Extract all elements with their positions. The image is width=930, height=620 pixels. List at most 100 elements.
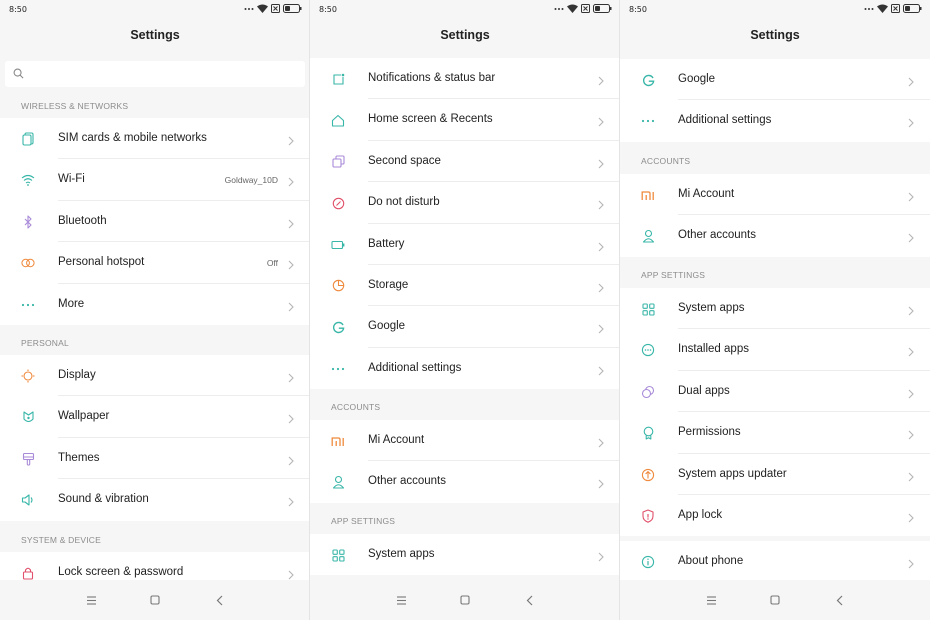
settings-item-label: More: [58, 297, 85, 310]
settings-item-other-accounts[interactable]: Other accounts: [310, 461, 620, 502]
settings-item-about-phone[interactable]: About phone: [620, 541, 930, 580]
notification-dots-icon: [864, 7, 874, 10]
updater-icon: [641, 468, 655, 482]
settings-item-system-apps[interactable]: System apps: [310, 534, 620, 575]
page-title: Settings: [440, 28, 490, 42]
settings-item-label: Mi Account: [678, 188, 735, 200]
settings-item-label: Personal hotspot: [58, 256, 145, 269]
settings-item-system-apps[interactable]: System apps: [620, 288, 930, 330]
menu-icon[interactable]: [84, 593, 98, 607]
lock-icon: [21, 566, 35, 580]
section-title: WIRELESS & NETWORKS: [21, 101, 129, 111]
settings-item-bluetooth[interactable]: Bluetooth: [0, 201, 310, 243]
status-time: 8:50: [629, 5, 647, 14]
settings-item-personal-hotspot[interactable]: Personal hotspot Off: [0, 242, 310, 284]
home-button-icon[interactable]: [458, 593, 472, 607]
settings-item-label: Permissions: [678, 426, 741, 439]
settings-item-wi-fi[interactable]: Wi-Fi Goldway_10D: [0, 159, 310, 201]
settings-item-second-space[interactable]: Second space: [310, 141, 620, 183]
search-bar[interactable]: [5, 61, 305, 87]
settings-list[interactable]: WIRELESS & NETWORKS SIM cards & mobile n…: [0, 55, 310, 580]
settings-item-system-apps-updater[interactable]: System apps updater: [620, 454, 930, 495]
chevron-right-icon: [908, 189, 914, 207]
settings-item-label: Wallpaper: [58, 410, 110, 423]
settings-item-google[interactable]: Google: [620, 59, 930, 101]
settings-item-wallpaper[interactable]: Wallpaper: [0, 396, 310, 438]
settings-item-label: Sound & vibration: [58, 493, 149, 506]
menu-icon[interactable]: [704, 593, 718, 607]
settings-item-dual-apps[interactable]: Dual apps: [620, 371, 930, 413]
settings-item-do-not-disturb[interactable]: Do not disturb: [310, 182, 620, 224]
settings-screen-3: 8:50 Settings Google Additional settings …: [620, 0, 930, 620]
settings-list[interactable]: Google Additional settings ACCOUNTS Mi Ac…: [620, 55, 930, 580]
nav-bar: [0, 580, 310, 620]
apps-grid-icon: [641, 302, 655, 316]
section-title: PERSONAL: [21, 338, 69, 348]
settings-item-label: Mi Account: [368, 434, 425, 446]
back-icon[interactable]: [832, 593, 846, 607]
settings-item-storage[interactable]: Storage: [310, 265, 620, 307]
settings-item-label: About phone: [678, 555, 744, 567]
chevron-right-icon: [598, 549, 604, 567]
back-icon[interactable]: [522, 593, 536, 607]
settings-item-label: System apps updater: [678, 467, 787, 480]
bluetooth-icon: [21, 215, 35, 229]
sim-blocked-icon: [271, 4, 280, 13]
battery-status-icon: [283, 4, 302, 13]
themes-icon: [21, 452, 35, 466]
settings-item-google[interactable]: Google: [310, 306, 620, 348]
mi-icon: [331, 434, 345, 448]
section-card: System apps Installed apps Dual apps Permis…: [620, 288, 930, 537]
settings-item-more[interactable]: More: [0, 284, 310, 325]
home-button-icon[interactable]: [768, 593, 782, 607]
installed-apps-icon: [641, 343, 655, 357]
settings-list[interactable]: Notifications & status bar Home screen & …: [310, 55, 620, 580]
settings-item-display[interactable]: Display: [0, 355, 310, 397]
settings-item-label: SIM cards & mobile networks: [58, 132, 207, 144]
settings-item-notifications-status-bar[interactable]: Notifications & status bar: [310, 58, 620, 100]
settings-item-other-accounts[interactable]: Other accounts: [620, 215, 930, 256]
page-title: Settings: [130, 28, 180, 42]
home-button-icon[interactable]: [148, 593, 162, 607]
settings-screen-2: 8:50 Settings Notifications & status bar…: [310, 0, 620, 620]
chevron-right-icon: [908, 427, 914, 445]
status-bar: 8:50: [310, 0, 620, 20]
settings-item-themes[interactable]: Themes: [0, 438, 310, 480]
chevron-right-icon: [908, 510, 914, 528]
settings-item-label: Bluetooth: [58, 214, 107, 227]
settings-item-label: Additional settings: [368, 361, 462, 374]
settings-screen-1: 8:50 Settings WIRELESS & NETWORKS SIM ca…: [0, 0, 310, 620]
settings-item-permissions[interactable]: Permissions: [620, 412, 930, 454]
settings-item-additional-settings[interactable]: Additional settings: [310, 348, 620, 389]
settings-item-mi-account[interactable]: Mi Account: [310, 420, 620, 462]
settings-item-sim-cards-mobile-networks[interactable]: SIM cards & mobile networks: [0, 118, 310, 160]
chevron-right-icon: [288, 133, 294, 151]
settings-item-lock-screen-password[interactable]: Lock screen & password: [0, 552, 310, 580]
status-time: 8:50: [319, 5, 337, 14]
settings-item-label: Display: [58, 369, 96, 381]
sim-blocked-icon: [581, 4, 590, 13]
settings-item-label: Other accounts: [678, 229, 756, 242]
chevron-right-icon: [288, 257, 294, 275]
chevron-right-icon: [288, 494, 294, 512]
wifi-signal-icon: [567, 4, 578, 13]
section-title: SYSTEM & DEVICE: [21, 535, 101, 545]
settings-item-installed-apps[interactable]: Installed apps: [620, 329, 930, 371]
section-title: APP SETTINGS: [641, 270, 706, 280]
wifi-signal-icon: [257, 4, 268, 13]
sim-blocked-icon: [891, 4, 900, 13]
section-card: Lock screen & password: [0, 552, 310, 580]
settings-item-app-lock[interactable]: App lock: [620, 495, 930, 536]
dual-apps-icon: [641, 385, 655, 399]
back-icon[interactable]: [212, 593, 226, 607]
more-icon: [331, 362, 345, 376]
settings-item-additional-settings[interactable]: Additional settings: [620, 100, 930, 141]
settings-item-sound-vibration[interactable]: Sound & vibration: [0, 479, 310, 520]
settings-item-mi-account[interactable]: Mi Account: [620, 174, 930, 216]
settings-item-home-screen-recents[interactable]: Home screen & Recents: [310, 99, 620, 141]
sim-icon: [21, 132, 35, 146]
page-title: Settings: [750, 28, 800, 42]
chevron-right-icon: [908, 115, 914, 133]
settings-item-battery[interactable]: Battery: [310, 224, 620, 265]
menu-icon[interactable]: [394, 593, 408, 607]
